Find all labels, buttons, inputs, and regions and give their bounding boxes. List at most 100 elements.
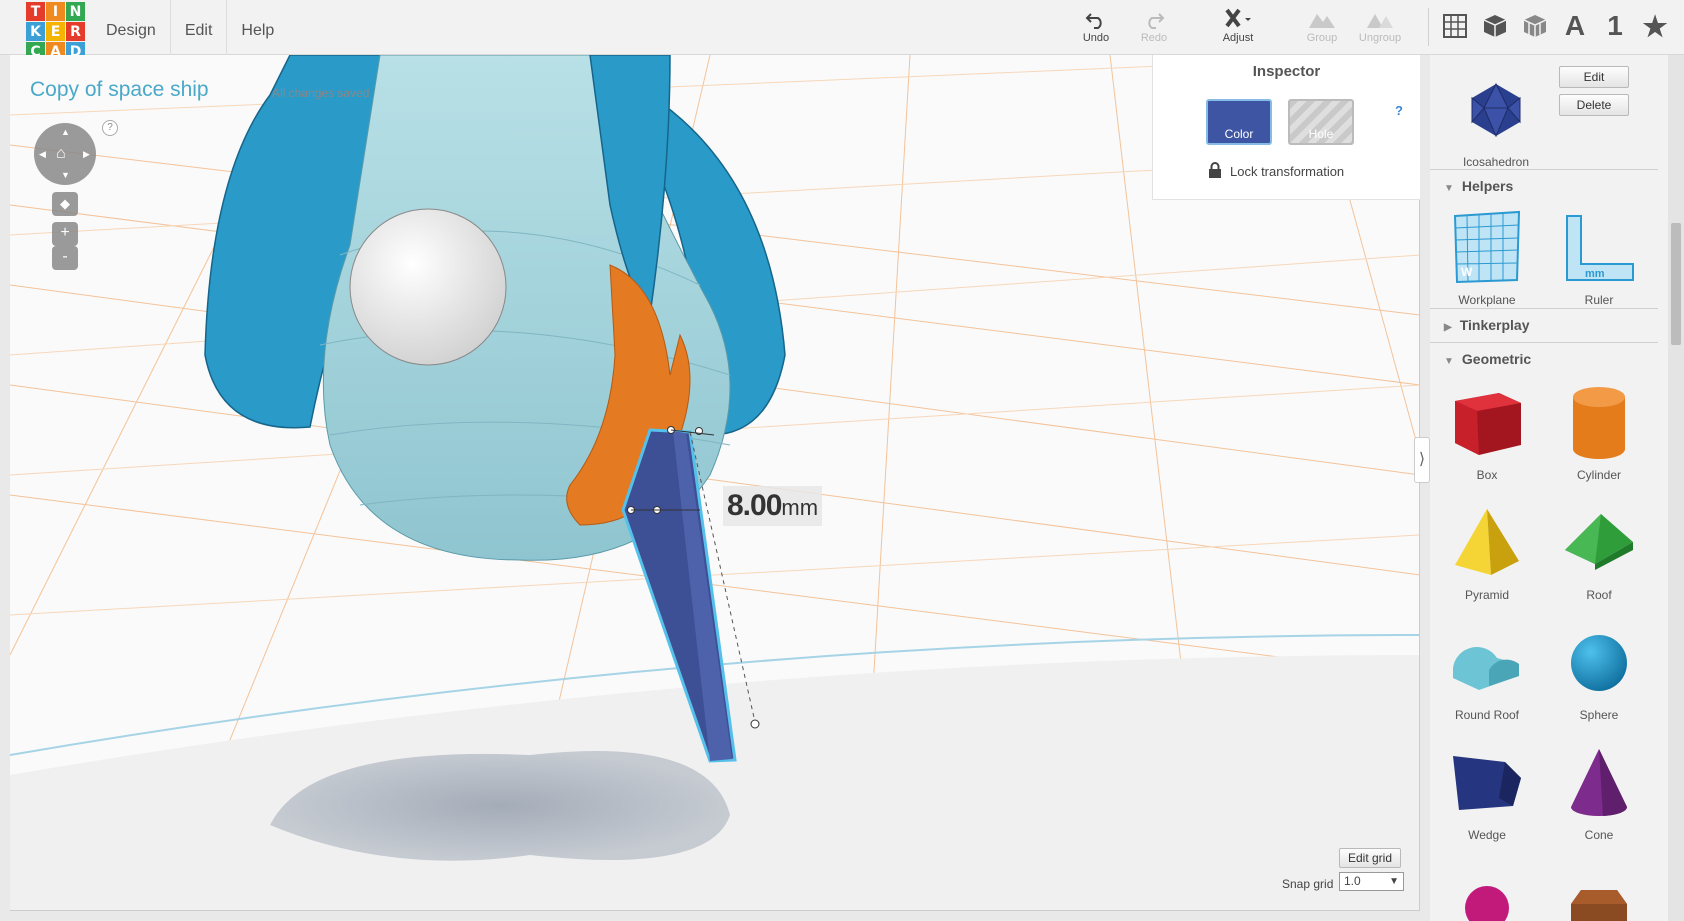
inspector-help-icon[interactable]: ?	[1395, 103, 1403, 118]
ruler-badge: mm	[1585, 268, 1605, 280]
inspector-panel: Inspector Color Hole ? Lock transformati…	[1152, 55, 1420, 200]
shape-label: Wedge	[1468, 828, 1506, 842]
group-label: Group	[1306, 32, 1338, 44]
window-sphere	[349, 208, 507, 366]
grid-view-icon[interactable]	[1440, 10, 1470, 42]
adjust-icon	[1208, 8, 1268, 32]
main-menu: Design Edit Help	[92, 0, 288, 55]
redo-button[interactable]: Redo	[1124, 8, 1184, 44]
nav-help-icon[interactable]: ?	[102, 120, 118, 136]
hole-button[interactable]: Hole	[1288, 99, 1354, 145]
section-geometric[interactable]: ▼ Geometric	[1430, 342, 1658, 374]
ungroup-label: Ungroup	[1358, 32, 1402, 44]
nav-left-icon[interactable]: ◀	[39, 149, 46, 160]
redo-label: Redo	[1140, 32, 1168, 44]
nav-up-icon[interactable]: ▲	[61, 127, 70, 137]
group-icon	[1292, 8, 1352, 32]
section-tinkerplay[interactable]: ▶ Tinkerplay	[1430, 308, 1658, 340]
nav-down-icon[interactable]: ▼	[61, 170, 70, 180]
selected-shape-icosahedron[interactable]: Icosahedron	[1446, 65, 1546, 169]
shape-label: Sphere	[1579, 708, 1619, 722]
roof-icon	[1549, 498, 1649, 588]
collapse-icon: ▶	[1444, 322, 1452, 333]
view-navigator[interactable]: ▲ ▼ ◀ ▶ ⌂	[34, 123, 96, 185]
section-helpers[interactable]: ▼ Helpers	[1430, 169, 1658, 201]
dimension-unit: mm	[781, 495, 819, 520]
logo-letter: K	[26, 22, 45, 41]
adjust-button[interactable]: Adjust	[1208, 8, 1268, 44]
shape-label: Box	[1476, 468, 1498, 482]
wire-cube-icon[interactable]	[1520, 10, 1550, 42]
shape-partial-right[interactable]	[1549, 858, 1649, 921]
expand-icon: ▼	[1444, 183, 1454, 194]
ungroup-button[interactable]: Ungroup	[1350, 8, 1410, 44]
handle-bottom	[750, 719, 760, 729]
logo-letter: N	[66, 2, 85, 21]
shape-box[interactable]: Box	[1437, 378, 1537, 482]
logo-letter: I	[46, 2, 65, 21]
top-bar: TINKERCAD Design Edit Help Undo Redo Adj…	[0, 0, 1684, 61]
redo-icon	[1124, 8, 1184, 32]
sidebar-scrollbar[interactable]	[1668, 55, 1684, 921]
dimension-label[interactable]: 8.00mm	[723, 486, 823, 526]
group-button[interactable]: Group	[1292, 8, 1352, 44]
expand-icon: ▼	[1444, 356, 1454, 367]
wedge-icon	[1437, 738, 1537, 828]
save-status: All changes saved	[272, 86, 370, 100]
shape-pyramid[interactable]: Pyramid	[1437, 498, 1537, 602]
sphere-icon	[1549, 618, 1649, 708]
zoom-in-button[interactable]: +	[52, 222, 78, 246]
shape-label: Round Roof	[1454, 708, 1520, 722]
dropdown-arrow-icon: ▼	[1389, 876, 1399, 887]
ortho-view-button[interactable]: ◆	[52, 192, 78, 216]
snap-grid-label: Snap grid	[1282, 877, 1334, 891]
shape-edit-button[interactable]: Edit	[1559, 66, 1629, 88]
lock-label: Lock transformation	[1230, 164, 1345, 179]
inspector-title: Inspector	[1252, 63, 1321, 80]
lock-icon	[1208, 162, 1222, 181]
workplane-badge: W	[1461, 265, 1473, 279]
collapse-sidebar-handle[interactable]: ⟩	[1414, 437, 1430, 483]
shape-ruler[interactable]: mm Ruler	[1549, 203, 1649, 307]
round-roof-icon	[1437, 618, 1537, 708]
shape-round-roof[interactable]: Round Roof	[1437, 618, 1537, 722]
shape-wedge[interactable]: Wedge	[1437, 738, 1537, 842]
star-icon[interactable]: ★	[1640, 10, 1670, 42]
menu-edit[interactable]: Edit	[171, 0, 228, 55]
scrollbar-thumb[interactable]	[1671, 223, 1681, 345]
snap-grid-select[interactable]: 1.0 ▼	[1339, 872, 1404, 891]
logo-letter: T	[26, 2, 45, 21]
edit-grid-button[interactable]: Edit grid	[1339, 848, 1402, 868]
nav-right-icon[interactable]: ▶	[83, 149, 90, 160]
toolbar-divider	[1428, 8, 1429, 46]
undo-button[interactable]: Undo	[1066, 8, 1126, 44]
undo-label: Undo	[1082, 32, 1110, 44]
text-a-icon[interactable]: A	[1560, 10, 1590, 42]
color-button[interactable]: Color	[1206, 99, 1272, 145]
shape-workplane[interactable]: W Workplane	[1437, 203, 1537, 307]
menu-design[interactable]: Design	[92, 0, 171, 55]
shape-label: Roof	[1586, 588, 1612, 602]
cone-icon	[1549, 738, 1649, 828]
shape-partial-left[interactable]	[1437, 858, 1537, 921]
shape-cone[interactable]: Cone	[1549, 738, 1649, 842]
shape-sphere[interactable]: Sphere	[1549, 618, 1649, 722]
solid-cube-icon[interactable]	[1480, 10, 1510, 42]
paraboloid-icon	[1437, 858, 1537, 921]
zoom-out-button[interactable]: -	[52, 246, 78, 270]
tinkercad-logo[interactable]: TINKERCAD	[26, 2, 86, 62]
ruler-icon: mm	[1549, 203, 1649, 293]
view-icons: A 1 ★	[1440, 10, 1670, 42]
shape-roof[interactable]: Roof	[1549, 498, 1649, 602]
hexagonal-prism-icon	[1549, 858, 1649, 921]
design-title[interactable]: Copy of space ship	[30, 78, 209, 102]
home-icon[interactable]: ⌂	[56, 145, 66, 163]
workplane-icon: W	[1437, 203, 1537, 293]
menu-help[interactable]: Help	[227, 0, 288, 55]
shape-delete-button[interactable]: Delete	[1559, 94, 1629, 116]
undo-icon	[1066, 8, 1126, 32]
shape-cylinder[interactable]: Cylinder	[1549, 378, 1649, 482]
icosahedron-icon	[1446, 65, 1546, 155]
number-icon[interactable]: 1	[1600, 10, 1630, 42]
lock-transformation[interactable]: Lock transformation	[1208, 162, 1344, 181]
